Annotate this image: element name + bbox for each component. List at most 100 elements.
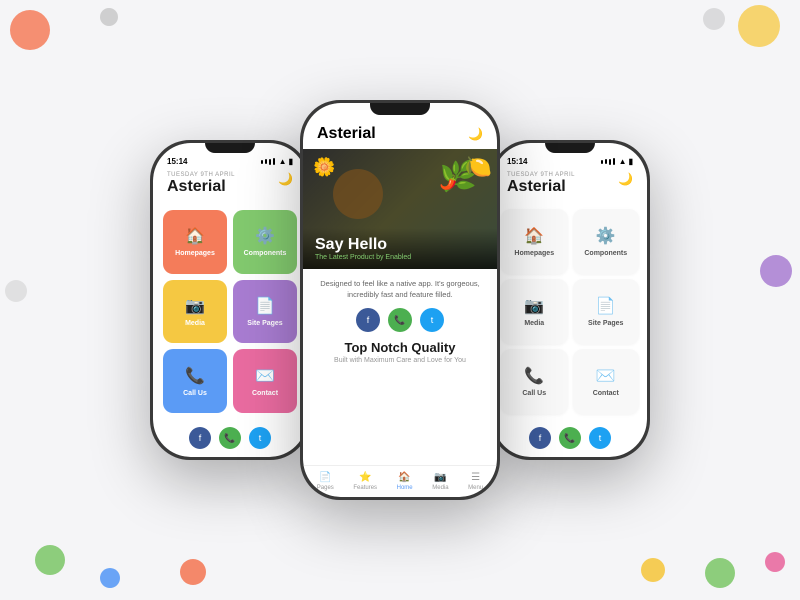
- right-menu-grid: 🏠 Homepages ⚙️ Components 📷 Media 📄 Site…: [493, 204, 647, 419]
- pepper-decoration: 🌶️: [440, 174, 457, 191]
- r-pages-icon: 📄: [596, 296, 616, 316]
- nav-features[interactable]: ⭐ Features: [353, 472, 377, 491]
- right-menu-site-pages[interactable]: 📄 Site Pages: [573, 279, 640, 344]
- center-header: Asterial 🌙: [303, 123, 497, 149]
- left-menu-contact[interactable]: ✉️ Contact: [233, 349, 297, 413]
- center-facebook-icon: f: [367, 315, 370, 325]
- nav-pages-icon: 📄: [319, 472, 331, 483]
- hero-image: 🌿 🍋 🌼 🌶️ Say Hello The Latest Product by…: [303, 149, 497, 269]
- right-moon-icon: 🌙: [618, 172, 633, 186]
- signal-4: [273, 158, 275, 165]
- right-status-icons: ▲ ▮: [601, 157, 633, 166]
- site-pages-label: Site Pages: [247, 320, 282, 327]
- center-call-icon: 📞: [394, 315, 405, 326]
- flower-decoration: 🌼: [313, 157, 335, 178]
- r-components-label: Components: [584, 250, 627, 257]
- r-signal-4: [613, 158, 615, 165]
- left-menu-media[interactable]: 📷 Media: [163, 280, 227, 344]
- left-phone-screen: 15:14 ▲ ▮ 🌙 TUESDAY 9TH APRIL Asterial 🏠: [153, 143, 307, 457]
- center-twitter-btn[interactable]: t: [420, 308, 444, 332]
- bowl-decoration: [333, 169, 383, 219]
- center-social-bar: f 📞 t: [317, 308, 483, 332]
- facebook-icon: f: [199, 433, 202, 443]
- center-phone: Asterial 🌙 🌿 🍋 🌼 🌶️ Say Hello The Latest…: [300, 100, 500, 500]
- hero-subtitle: The Latest Product by Enabled: [315, 254, 485, 261]
- mail-icon: ✉️: [255, 366, 275, 386]
- section-title: Top Notch Quality: [317, 340, 483, 355]
- right-phone: 15:14 ▲ ▮ 🌙 TUESDAY 9TH APRIL Asterial 🏠: [490, 140, 650, 460]
- left-status-icons: ▲ ▮: [261, 157, 293, 166]
- r-camera-icon: 📷: [524, 296, 544, 316]
- center-content: Designed to feel like a native app. It's…: [303, 269, 497, 465]
- nav-media-icon: 📷: [434, 472, 446, 483]
- r-call-icon: 📞: [564, 433, 575, 444]
- right-menu-components[interactable]: ⚙️ Components: [573, 209, 640, 274]
- media-label: Media: [185, 320, 205, 327]
- signal-3: [269, 159, 271, 165]
- r-home-icon: 🏠: [524, 226, 544, 246]
- right-menu-contact[interactable]: ✉️ Contact: [573, 349, 640, 414]
- left-phone-btn[interactable]: 📞: [219, 427, 241, 449]
- left-menu-call-us[interactable]: 📞 Call Us: [163, 349, 227, 413]
- right-app-title: Asterial: [507, 178, 633, 196]
- nav-features-icon: ⭐: [359, 472, 371, 483]
- right-time: 15:14: [507, 157, 527, 166]
- homepages-label: Homepages: [175, 250, 215, 257]
- r-wifi-icon: ▲: [619, 157, 627, 166]
- right-twitter-btn[interactable]: t: [589, 427, 611, 449]
- r-media-label: Media: [524, 320, 544, 327]
- nav-home-icon: 🏠: [398, 472, 410, 483]
- signal-2: [265, 159, 267, 164]
- right-menu-call-us[interactable]: 📞 Call Us: [501, 349, 568, 414]
- left-app-title: Asterial: [167, 178, 293, 196]
- lime-decoration: 🍋: [465, 154, 492, 180]
- center-app-title: Asterial: [317, 125, 376, 143]
- nav-home-label: Home: [397, 485, 413, 491]
- r-battery-icon: ▮: [629, 157, 633, 166]
- left-facebook-btn[interactable]: f: [189, 427, 211, 449]
- left-menu-homepages[interactable]: 🏠 Homepages: [163, 210, 227, 274]
- r-homepages-label: Homepages: [514, 250, 554, 257]
- r-mail-icon: ✉️: [596, 366, 616, 386]
- center-twitter-icon: t: [431, 315, 434, 325]
- phone-icon: 📞: [185, 366, 205, 386]
- left-social-bar: f 📞 t: [153, 419, 307, 457]
- right-menu-media[interactable]: 📷 Media: [501, 279, 568, 344]
- right-phone-btn[interactable]: 📞: [559, 427, 581, 449]
- right-phone-notch: [545, 143, 595, 153]
- r-signal-3: [609, 159, 611, 165]
- nav-media[interactable]: 📷 Media: [432, 472, 448, 491]
- left-phone-header: 🌙 TUESDAY 9TH APRIL Asterial: [153, 170, 307, 204]
- nav-menu-icon: ☰: [471, 472, 480, 483]
- left-twitter-btn[interactable]: t: [249, 427, 271, 449]
- r-signal-2: [605, 159, 607, 164]
- r-contact-label: Contact: [593, 390, 619, 397]
- left-menu-site-pages[interactable]: 📄 Site Pages: [233, 280, 297, 344]
- nav-menu-label: Menu: [468, 485, 483, 491]
- center-phone-notch: [370, 103, 430, 115]
- nav-features-label: Features: [353, 485, 377, 491]
- left-phone: 15:14 ▲ ▮ 🌙 TUESDAY 9TH APRIL Asterial 🏠: [150, 140, 310, 460]
- wifi-icon: ▲: [279, 157, 287, 166]
- center-facebook-btn[interactable]: f: [356, 308, 380, 332]
- signal-1: [261, 160, 263, 164]
- nav-media-label: Media: [432, 485, 448, 491]
- left-phone-notch: [205, 143, 255, 153]
- right-menu-homepages[interactable]: 🏠 Homepages: [501, 209, 568, 274]
- camera-icon: 📷: [185, 296, 205, 316]
- left-menu-components[interactable]: ⚙️ Components: [233, 210, 297, 274]
- nav-pages[interactable]: 📄 Pages: [317, 472, 334, 491]
- contact-label: Contact: [252, 390, 278, 397]
- right-phone-header: 🌙 TUESDAY 9TH APRIL Asterial: [493, 170, 647, 204]
- call-us-label: Call Us: [183, 390, 207, 397]
- call-icon: 📞: [224, 433, 235, 444]
- center-phone-btn[interactable]: 📞: [388, 308, 412, 332]
- r-signal-1: [601, 160, 603, 164]
- left-moon-icon: 🌙: [278, 172, 293, 186]
- nav-menu[interactable]: ☰ Menu: [468, 472, 483, 491]
- right-social-bar: f 📞 t: [493, 419, 647, 457]
- twitter-icon: t: [259, 433, 262, 443]
- left-time: 15:14: [167, 157, 187, 166]
- right-facebook-btn[interactable]: f: [529, 427, 551, 449]
- nav-home[interactable]: 🏠 Home: [397, 472, 413, 491]
